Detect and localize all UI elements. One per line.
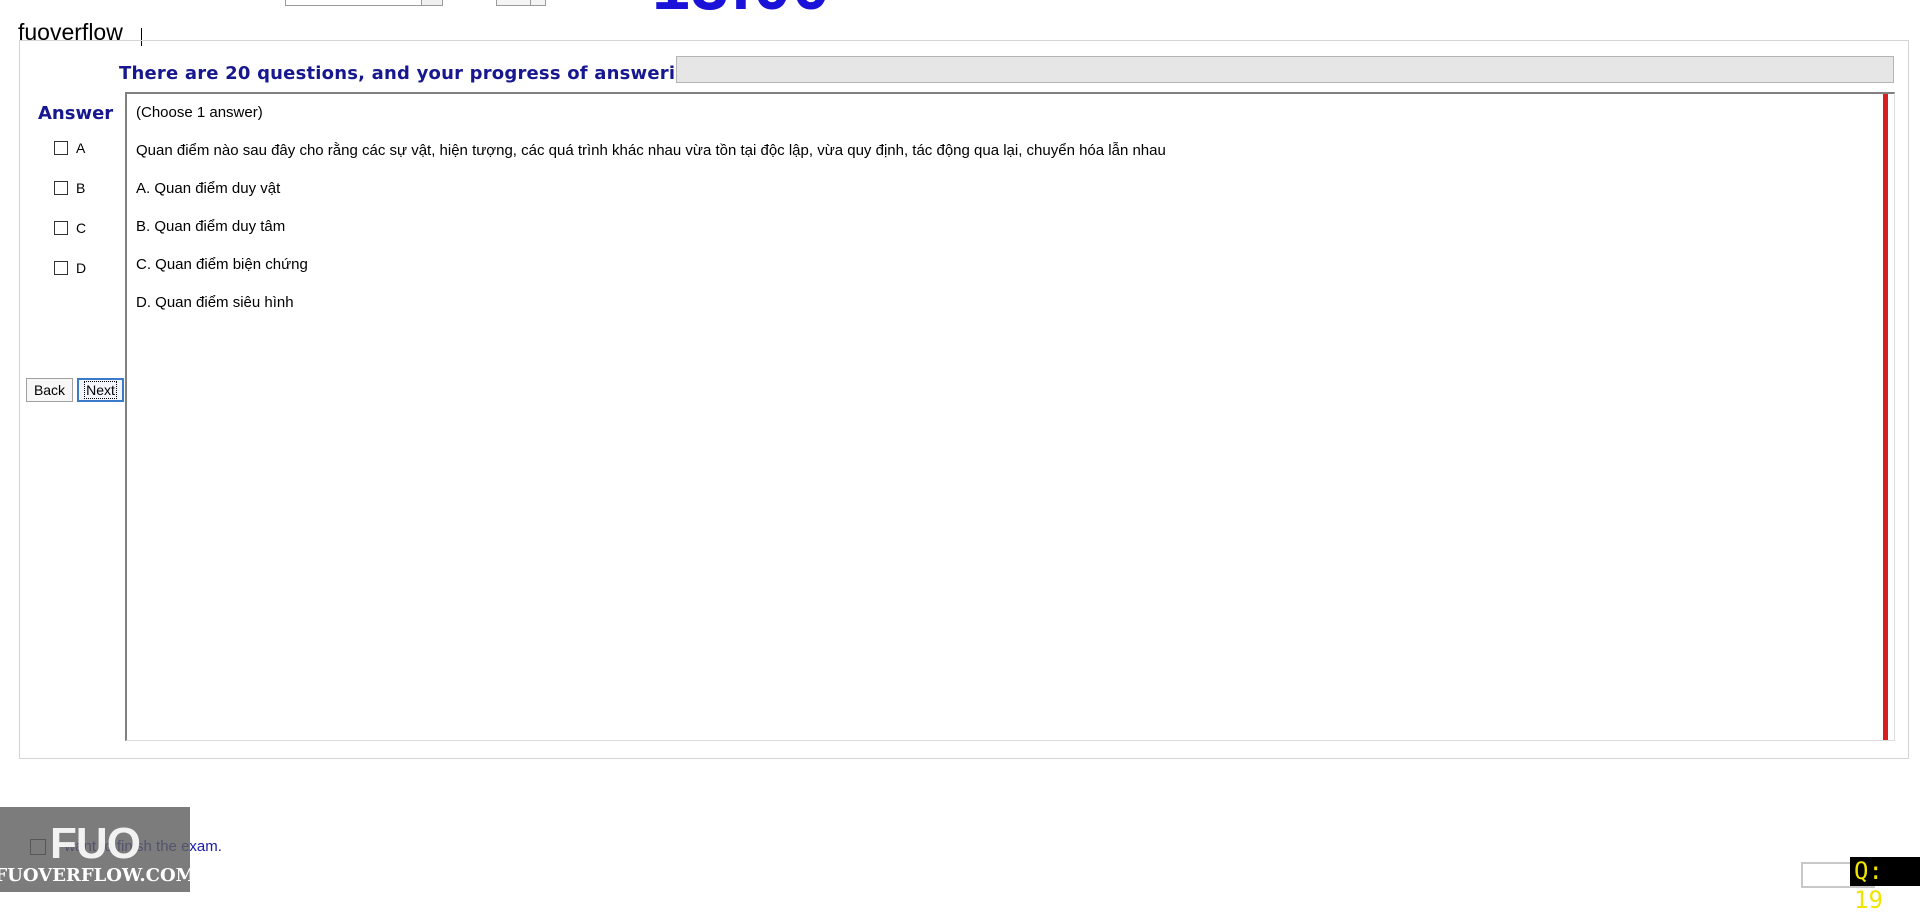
checkbox-icon[interactable] [54,261,68,275]
question-text: Quan điểm nào sau đây cho rằng các sự vậ… [136,142,1166,159]
checkbox-icon[interactable] [54,141,68,155]
checkbox-icon[interactable] [54,221,68,235]
choice-b: B. Quan điểm duy tâm [136,218,286,235]
watermark-logo: FUO [50,819,141,868]
next-button-label: Next [84,381,117,399]
countdown-timer: 13:00 [652,0,831,20]
watermark-url: FUOVERFLOW.COM [0,865,196,886]
answer-title: Answer [38,103,114,124]
checkbox-icon[interactable] [54,181,68,195]
progress-label: There are 20 questions, and your progres… [119,63,726,84]
question-box[interactable]: (Choose 1 answer) Quan điểm nào sau đây … [125,92,1895,741]
choice-a: A. Quan điểm duy vật [136,180,281,197]
answer-option-b[interactable]: B [54,179,85,197]
chevron-down-icon[interactable] [421,0,442,5]
answer-option-d[interactable]: D [54,259,86,277]
choice-c: C. Quan điểm biện chứng [136,256,308,273]
chevron-down-icon[interactable] [530,0,545,5]
exam-code-select[interactable] [285,0,443,6]
answer-option-label: C [76,220,87,236]
choice-d: D. Quan điểm siêu hình [136,294,294,311]
next-button[interactable]: Next [77,378,124,402]
font-size-select[interactable] [496,0,546,6]
answer-option-label: A [76,140,86,156]
answer-option-label: D [76,260,87,276]
progress-bar [676,56,1894,83]
back-button[interactable]: Back [26,378,73,402]
question-instruction: (Choose 1 answer) [136,104,263,121]
answer-option-c[interactable]: C [54,219,86,237]
answer-option-a[interactable]: A [54,139,85,157]
scrollbar[interactable] [1883,94,1888,740]
watermark: FUO FUOVERFLOW.COM [0,807,196,892]
question-counter: Q: 19 [1850,857,1920,914]
answer-option-label: B [76,180,86,196]
